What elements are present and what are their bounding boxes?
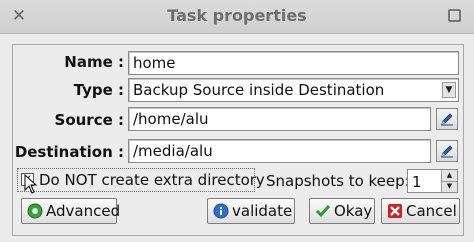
name-label: Name : xyxy=(64,53,124,71)
type-dropdown[interactable]: Backup Source inside Destination ▼ xyxy=(128,78,459,102)
spin-buttons: ▲ ▼ xyxy=(441,170,457,192)
pencil-icon xyxy=(441,113,453,126)
no-extra-directory-option[interactable]: ✓ Do NOT create extra directory xyxy=(17,168,265,192)
cancel-label: Cancel xyxy=(406,202,457,220)
okay-button[interactable]: Okay xyxy=(309,198,375,224)
chevron-down-icon[interactable]: ▼ xyxy=(442,82,456,98)
destination-field[interactable]: /media/alu xyxy=(128,139,431,163)
source-field[interactable]: /home/alu xyxy=(128,107,431,131)
window-menu-icon[interactable] xyxy=(448,9,461,22)
title-bar: ✕ Task properties xyxy=(0,0,474,34)
destination-value: /media/alu xyxy=(133,142,213,160)
info-icon xyxy=(213,203,229,219)
okay-label: Okay xyxy=(334,202,373,220)
advanced-label: Advanced xyxy=(46,202,121,220)
snapshots-spinbox[interactable]: 1 ▲ ▼ xyxy=(407,169,458,193)
mouse-cursor-icon xyxy=(24,174,38,194)
validate-label: validate xyxy=(232,202,293,220)
type-label: Type : xyxy=(73,81,124,99)
name-field[interactable]: home xyxy=(128,51,459,75)
cross-icon xyxy=(388,204,402,218)
pencil-icon xyxy=(441,145,453,158)
validate-button[interactable]: validate xyxy=(207,198,295,224)
gear-icon xyxy=(27,203,43,219)
checkmark-icon xyxy=(315,205,331,218)
snapshots-value: 1 xyxy=(412,173,422,191)
type-value: Backup Source inside Destination xyxy=(133,81,385,99)
destination-browse-button[interactable] xyxy=(436,140,458,162)
snapshots-label: Snapshots to keep: xyxy=(266,172,410,190)
no-extra-directory-label: Do NOT create extra directory xyxy=(39,171,265,189)
advanced-button[interactable]: Advanced xyxy=(21,198,121,224)
source-browse-button[interactable] xyxy=(436,108,458,130)
cancel-button[interactable]: Cancel xyxy=(381,198,460,224)
spin-down-icon[interactable]: ▼ xyxy=(442,181,457,192)
source-value: /home/alu xyxy=(133,110,209,128)
destination-label: Destination : xyxy=(14,143,124,161)
name-value: home xyxy=(133,54,176,72)
source-label: Source : xyxy=(54,111,124,129)
window-title: Task properties xyxy=(167,6,307,25)
